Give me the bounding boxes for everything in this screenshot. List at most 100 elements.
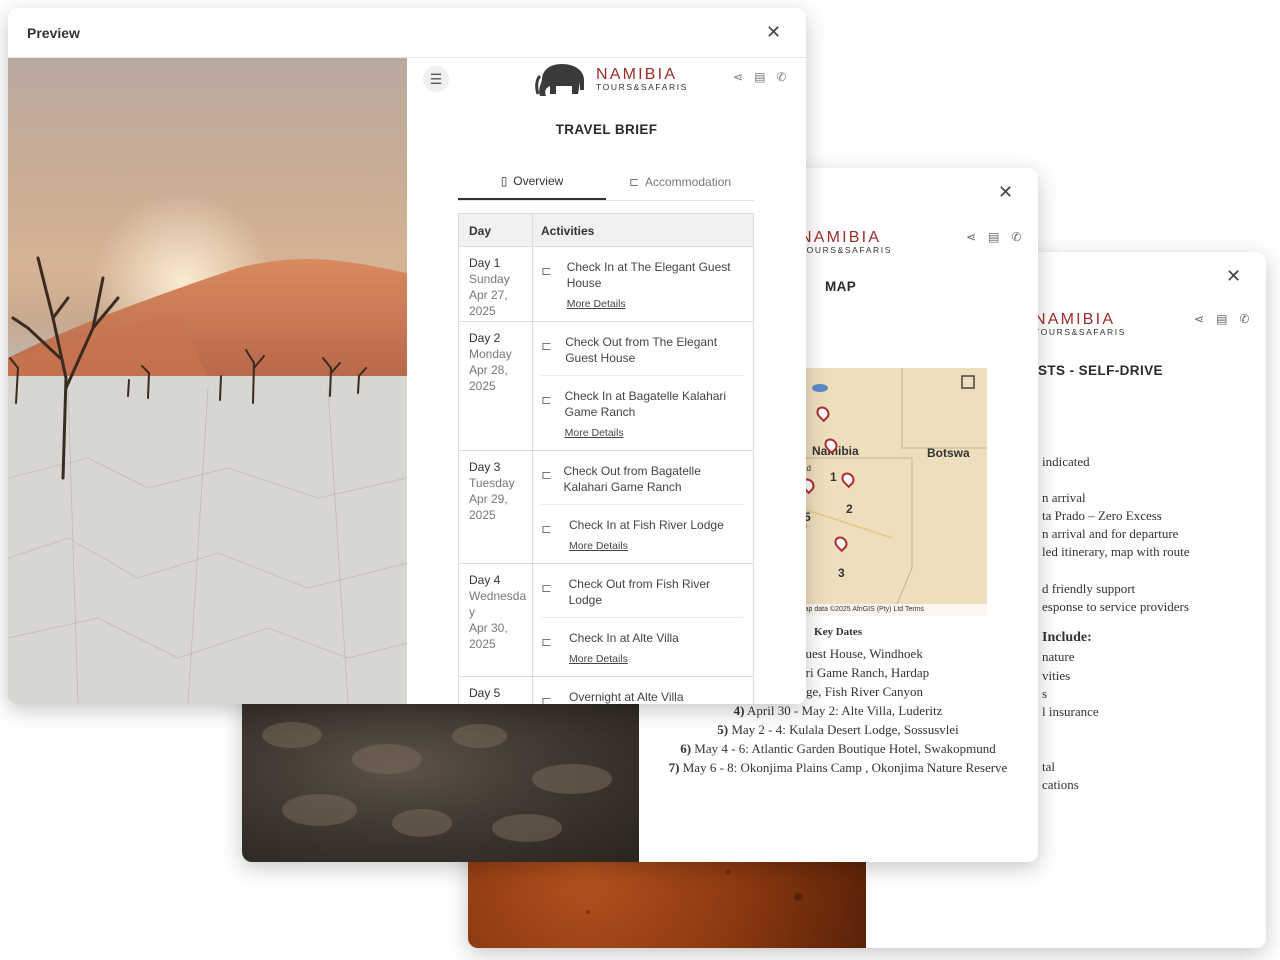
day-day: Day 5 xyxy=(469,686,501,700)
bed-icon: ⊏ xyxy=(541,467,552,482)
table-row: Day 2 Monday Apr 28, 2025 ⊏ Check Out from Th… xyxy=(459,322,753,451)
essentials-line: s xyxy=(1042,686,1048,701)
day-weekday: Sunday xyxy=(469,272,510,286)
essentials-subheading: Include: xyxy=(1042,630,1092,645)
day-cell: Day 4 Wednesda y Apr 30, 2025 xyxy=(459,564,533,676)
activity-item: ⊏ Overnight at Alte Villa xyxy=(541,677,743,704)
activity-text: Check In at Fish River Lodge xyxy=(569,518,724,532)
brand-logo: NAMIBIA TOURS&SAFARIS xyxy=(534,60,688,98)
pdf-icon[interactable]: ▤ xyxy=(1216,312,1227,326)
table-row: Day 4 Wednesda y Apr 30, 2025 ⊏ Check Out fro… xyxy=(459,564,753,677)
activity-item: ⊏ Check In at Fish River Lodge More Detail… xyxy=(541,505,743,563)
bed-icon: ⊏ xyxy=(541,263,552,278)
map-route-number: 1 xyxy=(830,470,837,484)
share-icon[interactable]: ⋖ xyxy=(733,70,743,84)
share-icon[interactable]: ⋖ xyxy=(1194,312,1204,326)
activities-cell: ⊏ Overnight at Alte Villa xyxy=(533,677,753,704)
essentials-line: l insurance xyxy=(1042,704,1099,719)
activities-cell: ⊏ Check Out from Bagatelle Kalahari Game … xyxy=(533,451,753,563)
essentials-line: indicated xyxy=(1042,454,1090,469)
table-row: Day 1 Sunday Apr 27, 2025 ⊏ Check In at The E… xyxy=(459,247,753,322)
tab-label: Accommodation xyxy=(645,175,732,189)
toolbar-icons: ⋖ ▤ ✆ xyxy=(733,70,786,84)
brand-tagline: TOURS&SAFARIS xyxy=(800,245,892,255)
page-title: TRAVEL BRIEF xyxy=(555,122,658,137)
close-icon[interactable]: ✕ xyxy=(766,22,781,43)
activity-item: ⊏ Check In at The Elegant Guest House More… xyxy=(541,247,743,321)
brand-logo: NAMIBIA TOURS&SAFARIS xyxy=(1034,312,1126,337)
activity-item: ⊏ Check Out from Bagatelle Kalahari Game … xyxy=(541,451,743,505)
activity-text: Check In at The Elegant Guest House xyxy=(566,260,731,290)
day-weekday: Wednesda y xyxy=(469,589,527,619)
brand-name: NAMIBIA xyxy=(596,65,678,83)
tab-overview[interactable]: ▯ Overview xyxy=(458,164,606,200)
day-cell: Day 5ThursdayMay 1, xyxy=(459,677,533,704)
phone-icon[interactable]: ✆ xyxy=(1239,312,1249,326)
activities-cell: ⊏ Check In at The Elegant Guest House More… xyxy=(533,247,753,321)
phone-icon[interactable]: ✆ xyxy=(1011,230,1021,244)
travel-brief-panel: ☰ NAMIBIA TOURS&SAFARIS ⋖ ▤ ✆ TRAVEL BRI… xyxy=(407,58,806,704)
more-details-link[interactable]: More Details xyxy=(567,296,743,312)
itinerary-table: Day Activities Day 1 Sunday Apr 27, 2025 ⊏ Ch… xyxy=(458,213,754,704)
activities-cell: ⊏ Check Out from Fish River Lodge ⊏ Check I… xyxy=(533,564,753,676)
map-route-number: 3 xyxy=(838,566,845,580)
bed-icon: ⊏ xyxy=(628,175,639,189)
activity-text: Check Out from Fish River Lodge xyxy=(568,577,710,607)
column-header-activities: Activities xyxy=(541,224,595,238)
more-details-link[interactable]: More Details xyxy=(569,651,679,667)
toolbar-icons: ⋖ ▤ ✆ xyxy=(966,230,1021,244)
elephant-logo-icon xyxy=(535,64,584,96)
bed-icon: ⊏ xyxy=(541,338,552,353)
seal-colony-photo xyxy=(242,704,639,862)
menu-icon[interactable]: ☰ xyxy=(423,66,449,92)
activity-text: Check In at Alte Villa xyxy=(569,631,679,645)
route-map[interactable]: Namibia Botswa opmund 1 2 3 5 4 6 cuts M… xyxy=(782,368,987,616)
map-route-number: 2 xyxy=(846,502,853,516)
key-date-item: 6) May 4 - 6: Atlantic Garden Boutique H… xyxy=(638,739,1038,758)
day-date: Apr 29, xyxy=(469,492,508,506)
essentials-line: nature xyxy=(1042,649,1075,664)
day-date: Apr 30, xyxy=(469,621,508,635)
essentials-line: tal xyxy=(1042,759,1055,774)
key-date-text: May 2 - 4: Kulala Desert Lodge, Sossusvl… xyxy=(731,722,959,737)
key-date-number: 4) xyxy=(733,703,745,718)
fullscreen-icon[interactable] xyxy=(961,375,975,389)
bed-icon: ⊏ xyxy=(541,580,552,595)
preview-title: Preview xyxy=(27,25,80,41)
activity-text: Check In at Bagatelle Kalahari Game Ranc… xyxy=(564,389,727,419)
day-weekday: Tuesday xyxy=(469,476,515,490)
key-date-text: May 4 - 6: Atlantic Garden Boutique Hote… xyxy=(694,741,996,756)
activity-item: ⊏ Check In at Alte Villa More Details xyxy=(541,618,743,676)
day-weekday: Monday xyxy=(469,347,512,361)
essentials-line: esponse to service providers xyxy=(1042,599,1189,614)
close-icon[interactable]: ✕ xyxy=(1226,266,1241,287)
activity-text: Overnight at Alte Villa xyxy=(569,690,684,704)
essentials-line: d friendly support xyxy=(1042,581,1136,596)
tab-accommodation[interactable]: ⊏ Accommodation xyxy=(606,164,754,200)
more-details-link[interactable]: More Details xyxy=(565,425,743,441)
day-day: Day 4 xyxy=(469,573,501,587)
activity-text: Check Out from The Elegant Guest House xyxy=(565,335,718,365)
day-cell: Day 2 Monday Apr 28, 2025 xyxy=(459,322,533,450)
preview-header: Preview ✕ xyxy=(8,8,806,58)
table-row: Day 5ThursdayMay 1, ⊏ Overnight at Alte Vi… xyxy=(459,677,753,704)
close-icon[interactable]: ✕ xyxy=(998,182,1013,203)
phone-icon[interactable]: ✆ xyxy=(776,70,786,84)
bed-icon: ⊏ xyxy=(541,521,552,536)
day-date: Apr 28, xyxy=(469,363,508,377)
map-icon: ▯ xyxy=(500,174,508,188)
day-weekday: Thursday xyxy=(469,701,532,704)
day-day: Day 1 xyxy=(469,256,501,270)
bed-icon: ⊏ xyxy=(541,634,552,649)
day-day: Day 3 xyxy=(469,460,501,474)
pdf-icon[interactable]: ▤ xyxy=(754,70,765,84)
share-icon[interactable]: ⋖ xyxy=(966,230,976,244)
pdf-icon[interactable]: ▤ xyxy=(988,230,999,244)
day-year: 2025 xyxy=(469,304,496,318)
essentials-line: led itinerary, map with route xyxy=(1042,544,1190,559)
column-header-day: Day xyxy=(459,214,533,246)
key-date-item: 7) May 6 - 8: Okonjima Plains Camp , Oko… xyxy=(638,758,1038,777)
day-date: Apr 27, xyxy=(469,288,508,302)
more-details-link[interactable]: More Details xyxy=(569,538,724,554)
bed-icon: ⊏ xyxy=(541,392,552,407)
